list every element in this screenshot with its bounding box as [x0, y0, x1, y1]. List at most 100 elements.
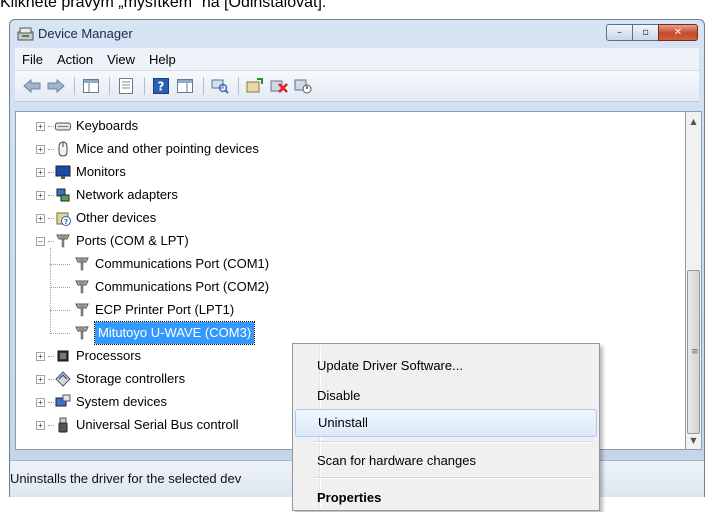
help-toolbar-button[interactable]: ? — [150, 75, 172, 97]
tree-connector — [48, 194, 54, 196]
context-menu-item-scan-for-hardware-changes[interactable]: Scan for hardware changes — [295, 447, 597, 475]
back-button[interactable] — [21, 75, 43, 97]
toolbar-separator — [144, 77, 145, 95]
context-menu-item-disable[interactable]: Disable — [295, 382, 597, 410]
show-hide-console-tree-button[interactable] — [80, 75, 102, 97]
properties-toolbar-button[interactable] — [115, 75, 137, 97]
tree-category-item[interactable]: + Monitors — [36, 161, 126, 183]
uninstall-toolbar-button[interactable] — [268, 75, 290, 97]
action-pane-toolbar-button[interactable] — [174, 75, 196, 97]
context-menu-item-update-driver-software[interactable]: Update Driver Software... — [295, 352, 597, 380]
scan-hardware-icon — [211, 79, 229, 94]
forward-button[interactable] — [45, 75, 67, 97]
window-title: Device Manager — [38, 26, 133, 41]
context-menu-separator — [315, 441, 593, 443]
menu-view[interactable]: View — [100, 52, 142, 67]
tree-item-label: Universal Serial Bus controll — [76, 417, 239, 432]
tree-connector — [48, 125, 54, 127]
tree-child-item[interactable]: Communications Port (COM1) — [74, 253, 269, 275]
menu-file[interactable]: File — [15, 52, 50, 67]
forward-arrow-icon — [47, 79, 65, 93]
port-icon — [74, 279, 90, 295]
expand-icon[interactable]: + — [36, 374, 45, 384]
scan-hardware-toolbar-button[interactable] — [209, 75, 231, 97]
unknown-device-icon: ? — [55, 210, 71, 226]
toolbar-separator — [74, 77, 75, 95]
maximize-button[interactable]: ▫ — [632, 24, 659, 41]
instruction-caption: Klikněte pravým „myšítkem“ na [Odinstalo… — [0, 0, 327, 11]
context-menu-item-uninstall[interactable]: Uninstall — [295, 409, 597, 437]
tree-category-item[interactable]: + Mice and other pointing devices — [36, 138, 259, 160]
tree-category-item[interactable]: + Processors — [36, 345, 141, 367]
toolbar: ? — [15, 71, 699, 102]
toolbar-separator — [203, 77, 204, 95]
tree-category-item[interactable]: +? Other devices — [36, 207, 156, 229]
menu-bar: File Action View Help — [15, 48, 699, 71]
expand-icon[interactable]: + — [36, 121, 45, 131]
disable-device-icon — [294, 79, 312, 94]
tree-connector — [48, 424, 54, 426]
tree-connector — [48, 378, 54, 380]
tree-category-item[interactable]: + Storage controllers — [36, 368, 185, 390]
tree-connector — [48, 401, 54, 403]
device-manager-icon — [17, 27, 34, 41]
tree-connector — [50, 248, 51, 334]
expand-icon[interactable]: + — [36, 167, 45, 177]
port-icon — [74, 256, 90, 272]
close-button[interactable]: ✕ — [658, 24, 698, 41]
tree-child-item[interactable]: Mitutoyo U-WAVE (COM3) — [74, 321, 256, 345]
storage-controller-icon — [55, 371, 71, 387]
update-driver-toolbar-button[interactable] — [244, 75, 266, 97]
expand-icon[interactable]: + — [36, 144, 45, 154]
vertical-scrollbar[interactable]: ▲ ≡ ▼ — [686, 111, 702, 450]
expand-icon[interactable]: + — [36, 190, 45, 200]
tree-item-label: Ports (COM & LPT) — [76, 233, 189, 248]
tree-connector — [50, 264, 70, 265]
tree-category-item[interactable]: + Keyboards — [36, 115, 138, 137]
tree-connector — [48, 148, 54, 150]
scrollbar-thumb[interactable]: ≡ — [687, 270, 700, 434]
context-menu-item-properties[interactable]: Properties — [295, 484, 597, 512]
tree-item-label: ECP Printer Port (LPT1) — [95, 302, 235, 317]
update-driver-icon — [246, 78, 263, 93]
keyboard-icon — [55, 118, 71, 134]
menu-help[interactable]: Help — [142, 52, 183, 67]
tree-item-label: Mice and other pointing devices — [76, 141, 259, 156]
title-bar[interactable]: Device Manager – ▫ ✕ — [10, 20, 704, 48]
disable-toolbar-button[interactable] — [292, 75, 314, 97]
tree-item-label: Storage controllers — [76, 371, 186, 386]
console-tree-icon — [83, 79, 99, 93]
tree-category-item[interactable]: – Ports (COM & LPT) — [36, 230, 189, 252]
tree-category-item[interactable]: + Universal Serial Bus controll — [36, 414, 239, 436]
tree-connector — [48, 171, 54, 173]
toolbar-separator — [109, 77, 110, 95]
expand-icon[interactable]: + — [36, 420, 45, 430]
properties-icon — [119, 78, 133, 94]
context-menu: Update Driver Software... Disable Uninstal… — [292, 343, 600, 511]
processor-icon — [55, 348, 71, 364]
help-icon: ? — [153, 78, 169, 94]
tree-category-item[interactable]: + Network adapters — [36, 184, 178, 206]
tree-item-label: Communications Port (COM1) — [95, 256, 270, 271]
status-text: Uninstalls the driver for the selected d… — [10, 471, 242, 486]
expand-icon[interactable]: + — [36, 397, 45, 407]
tree-connector — [50, 287, 70, 288]
tree-item-label: Communications Port (COM2) — [95, 279, 270, 294]
tree-item-label: Other devices — [76, 210, 157, 225]
usb-icon — [55, 417, 71, 433]
minimize-button[interactable]: – — [606, 24, 633, 41]
tree-item-label: Monitors — [76, 164, 126, 179]
scroll-down-arrow-icon[interactable]: ▼ — [686, 432, 701, 448]
collapse-icon[interactable]: – — [36, 236, 45, 246]
port-icon — [55, 233, 71, 249]
expand-icon[interactable]: + — [36, 351, 45, 361]
menu-action[interactable]: Action — [50, 52, 100, 67]
scroll-up-arrow-icon[interactable]: ▲ — [686, 113, 701, 129]
back-arrow-icon — [23, 79, 41, 93]
tree-item-label: Network adapters — [76, 187, 178, 202]
svg-text:?: ? — [64, 218, 68, 226]
tree-category-item[interactable]: + System devices — [36, 391, 167, 413]
tree-child-item[interactable]: ECP Printer Port (LPT1) — [74, 299, 234, 321]
expand-icon[interactable]: + — [36, 213, 45, 223]
tree-child-item[interactable]: Communications Port (COM2) — [74, 276, 269, 298]
